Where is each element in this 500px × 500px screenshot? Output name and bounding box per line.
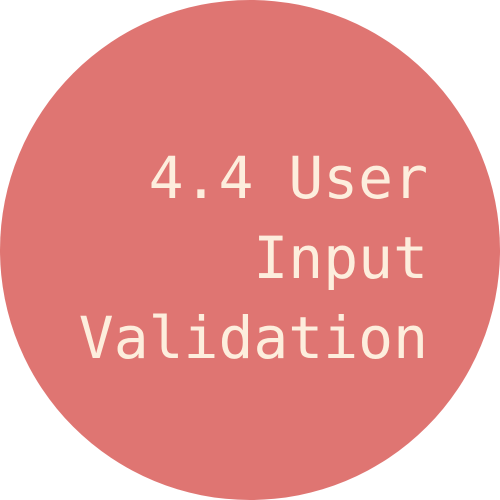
title-line-3: Validation [78, 304, 428, 372]
section-title: 4.4 User Input Validation [79, 138, 428, 378]
title-line-2: Input [253, 224, 428, 292]
title-line-1: 4.4 User [148, 144, 428, 212]
